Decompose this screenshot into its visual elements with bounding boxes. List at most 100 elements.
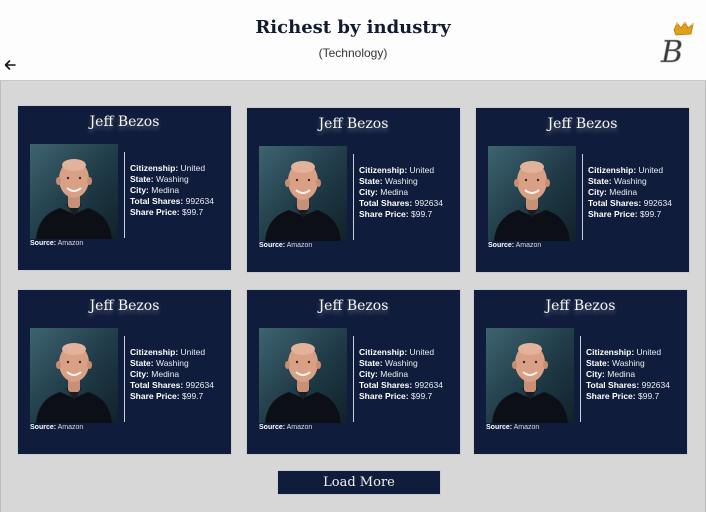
source-value: Amazon	[515, 242, 542, 249]
source-label: Source:	[488, 242, 515, 249]
state-value: Washing	[385, 358, 418, 368]
person-photo	[486, 328, 574, 423]
total-shares-row: Total Shares: 992634	[130, 380, 240, 391]
citizenship-value: United	[638, 165, 664, 175]
city-label: City:	[359, 369, 378, 379]
share-price-label: Share Price:	[359, 209, 409, 219]
share-price-row: Share Price: $99.7	[130, 391, 240, 402]
citizenship-label: Citizenship:	[588, 165, 637, 175]
source-label: Source:	[259, 424, 286, 431]
person-photo	[30, 328, 118, 423]
share-price-row: Share Price: $99.7	[359, 209, 469, 220]
total-shares-row: Total Shares: 992634	[588, 198, 698, 209]
person-card[interactable]: Jeff Bezos Citizenship: United State: Wa…	[247, 108, 460, 272]
share-price-label: Share Price:	[130, 207, 180, 217]
city-row: City: Medina	[588, 187, 698, 198]
source-line: Source: Amazon	[30, 424, 83, 431]
citizenship-label: Citizenship:	[586, 347, 635, 357]
person-photo	[488, 146, 576, 241]
citizenship-row: Citizenship: United	[130, 347, 240, 358]
state-label: State:	[586, 358, 610, 368]
person-info: Citizenship: United State: Washing City:…	[359, 347, 469, 402]
total-shares-value: 992634	[643, 198, 672, 208]
state-label: State:	[359, 358, 383, 368]
person-card[interactable]: Jeff Bezos Citizenship: United State: Wa…	[474, 290, 687, 454]
total-shares-row: Total Shares: 992634	[359, 198, 469, 209]
state-row: State: Washing	[130, 174, 240, 185]
state-value: Washing	[612, 358, 645, 368]
total-shares-label: Total Shares:	[588, 198, 642, 208]
divider-line	[353, 336, 354, 422]
person-card[interactable]: Jeff Bezos Citizenship: United State: Wa…	[476, 108, 689, 272]
state-label: State:	[588, 176, 612, 186]
source-value: Amazon	[513, 424, 540, 431]
brand-logo: B	[658, 21, 700, 70]
state-row: State: Washing	[359, 176, 469, 187]
citizenship-row: Citizenship: United	[130, 163, 240, 174]
city-row: City: Medina	[586, 369, 696, 380]
person-card[interactable]: Jeff Bezos Citizenship: United State: Wa…	[18, 106, 231, 270]
share-price-value: $99.7	[411, 391, 433, 401]
share-price-row: Share Price: $99.7	[130, 207, 240, 218]
total-shares-row: Total Shares: 992634	[130, 196, 240, 207]
share-price-row: Share Price: $99.7	[359, 391, 469, 402]
total-shares-value: 992634	[414, 380, 443, 390]
total-shares-label: Total Shares:	[586, 380, 640, 390]
city-row: City: Medina	[130, 369, 240, 380]
total-shares-value: 992634	[185, 196, 214, 206]
svg-text:B: B	[660, 35, 683, 68]
person-info: Citizenship: United State: Washing City:…	[130, 163, 240, 218]
source-line: Source: Amazon	[30, 240, 83, 247]
divider-line	[582, 154, 583, 240]
state-row: State: Washing	[130, 358, 240, 369]
city-value: Medina	[607, 369, 636, 379]
source-value: Amazon	[286, 424, 313, 431]
source-value: Amazon	[57, 424, 84, 431]
state-value: Washing	[385, 176, 418, 186]
person-name: Jeff Bezos	[89, 298, 160, 314]
city-row: City: Medina	[130, 185, 240, 196]
citizenship-value: United	[636, 347, 662, 357]
citizenship-row: Citizenship: United	[586, 347, 696, 358]
share-price-value: $99.7	[638, 391, 660, 401]
person-card[interactable]: Jeff Bezos Citizenship: United State: Wa…	[247, 290, 460, 454]
page-subtitle: (Technology)	[318, 46, 388, 60]
city-row: City: Medina	[359, 187, 469, 198]
total-shares-value: 992634	[414, 198, 443, 208]
city-value: Medina	[380, 187, 409, 197]
city-label: City:	[586, 369, 605, 379]
state-value: Washing	[614, 176, 647, 186]
share-price-label: Share Price:	[588, 209, 638, 219]
person-photo	[30, 144, 118, 239]
city-label: City:	[359, 187, 378, 197]
share-price-value: $99.7	[182, 207, 204, 217]
person-card[interactable]: Jeff Bezos Citizenship: United State: Wa…	[18, 290, 231, 454]
share-price-label: Share Price:	[586, 391, 636, 401]
city-label: City:	[130, 185, 149, 195]
page-header: Richest by industry (Technology) B	[0, 0, 706, 81]
source-label: Source:	[259, 242, 286, 249]
share-price-value: $99.7	[411, 209, 433, 219]
citizenship-row: Citizenship: United	[359, 347, 469, 358]
city-value: Medina	[609, 187, 638, 197]
source-line: Source: Amazon	[259, 424, 312, 431]
person-name: Jeff Bezos	[318, 298, 389, 314]
share-price-label: Share Price:	[359, 391, 409, 401]
source-label: Source:	[30, 424, 57, 431]
source-line: Source: Amazon	[486, 424, 539, 431]
person-info: Citizenship: United State: Washing City:…	[130, 347, 240, 402]
source-label: Source:	[30, 240, 57, 247]
share-price-label: Share Price:	[130, 391, 180, 401]
total-shares-label: Total Shares:	[359, 380, 413, 390]
citizenship-value: United	[409, 347, 435, 357]
arrow-left-icon[interactable]	[4, 58, 18, 74]
total-shares-label: Total Shares:	[130, 196, 184, 206]
load-more-button[interactable]: Load More	[278, 471, 440, 494]
source-value: Amazon	[57, 240, 84, 247]
city-label: City:	[130, 369, 149, 379]
state-value: Washing	[156, 174, 189, 184]
total-shares-row: Total Shares: 992634	[359, 380, 469, 391]
divider-line	[124, 336, 125, 422]
citizenship-label: Citizenship:	[359, 347, 408, 357]
city-label: City:	[588, 187, 607, 197]
